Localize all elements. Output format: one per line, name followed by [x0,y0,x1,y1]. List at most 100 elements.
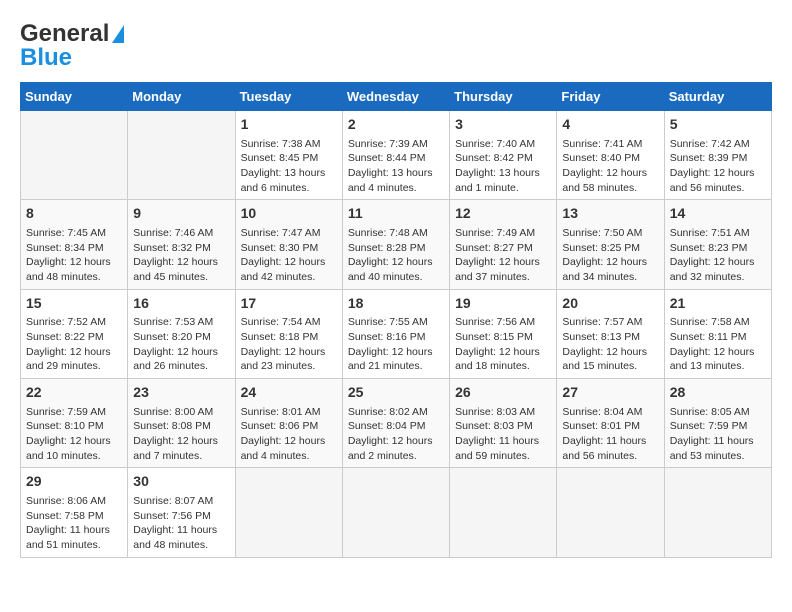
sunset: Sunset: 8:30 PM [241,242,319,254]
day-number: 21 [670,294,766,314]
calendar-cell: 25Sunrise: 8:02 AMSunset: 8:04 PMDayligh… [342,379,449,468]
day-number: 19 [455,294,551,314]
sunset: Sunset: 8:42 PM [455,152,533,164]
sunset: Sunset: 8:45 PM [241,152,319,164]
sunrise: Sunrise: 8:05 AM [670,406,750,418]
day-number: 22 [26,383,122,403]
daylight: Daylight: 11 hours and 56 minutes. [562,435,646,462]
sunrise: Sunrise: 8:00 AM [133,406,213,418]
weekday-header: Thursday [450,83,557,111]
daylight: Daylight: 12 hours and 42 minutes. [241,256,326,283]
sunset: Sunset: 8:20 PM [133,331,211,343]
logo: General Blue [20,20,124,72]
daylight: Daylight: 13 hours and 1 minute. [455,167,540,194]
sunrise: Sunrise: 7:39 AM [348,138,428,150]
sunrise: Sunrise: 7:57 AM [562,316,642,328]
day-number: 24 [241,383,337,403]
daylight: Daylight: 12 hours and 18 minutes. [455,346,540,373]
sunset: Sunset: 8:34 PM [26,242,104,254]
calendar-cell: 15Sunrise: 7:52 AMSunset: 8:22 PMDayligh… [21,289,128,378]
page-header: General Blue [20,20,772,72]
sunrise: Sunrise: 7:56 AM [455,316,535,328]
calendar-cell: 9Sunrise: 7:46 AMSunset: 8:32 PMDaylight… [128,200,235,289]
daylight: Daylight: 11 hours and 59 minutes. [455,435,539,462]
daylight: Daylight: 12 hours and 23 minutes. [241,346,326,373]
sunrise: Sunrise: 7:45 AM [26,227,106,239]
calendar-cell: 23 Sunrise: 8:00 AM Sunset: 8:08 PM Dayligh… [128,379,235,468]
sunset: Sunset: 8:25 PM [562,242,640,254]
sunset: Sunset: 8:32 PM [133,242,211,254]
calendar-cell: 24Sunrise: 8:01 AMSunset: 8:06 PMDayligh… [235,379,342,468]
calendar-cell: 19Sunrise: 7:56 AMSunset: 8:15 PMDayligh… [450,289,557,378]
calendar-cell: 11Sunrise: 7:48 AMSunset: 8:28 PMDayligh… [342,200,449,289]
daylight: Daylight: 12 hours and 10 minutes. [26,435,111,462]
day-number: 27 [562,383,658,403]
sunset: Sunset: 8:23 PM [670,242,748,254]
calendar-cell: 16Sunrise: 7:53 AMSunset: 8:20 PMDayligh… [128,289,235,378]
logo-icon [112,25,124,43]
calendar-cell: 17Sunrise: 7:54 AMSunset: 8:18 PMDayligh… [235,289,342,378]
day-number: 18 [348,294,444,314]
weekday-header: Monday [128,83,235,111]
day-number: 9 [133,204,229,224]
sunset: Sunset: 8:06 PM [241,420,319,432]
daylight: Daylight: 12 hours and 56 minutes. [670,167,755,194]
calendar-cell: 21Sunrise: 7:58 AMSunset: 8:11 PMDayligh… [664,289,771,378]
weekday-header: Tuesday [235,83,342,111]
sunset: Sunset: 8:16 PM [348,331,426,343]
calendar-table: SundayMondayTuesdayWednesdayThursdayFrid… [20,82,772,558]
day-number: 23 [133,383,229,403]
calendar-cell [557,468,664,557]
daylight: Daylight: 11 hours and 53 minutes. [670,435,754,462]
daylight: Daylight: 12 hours and 2 minutes. [348,435,433,462]
sunset: Sunset: 8:18 PM [241,331,319,343]
sunset: Sunset: 8:08 PM [133,420,211,432]
weekday-header: Wednesday [342,83,449,111]
calendar-cell: 29Sunrise: 8:06 AMSunset: 7:58 PMDayligh… [21,468,128,557]
daylight: Daylight: 12 hours and 48 minutes. [26,256,111,283]
daylight: Daylight: 12 hours and 40 minutes. [348,256,433,283]
calendar-cell [21,111,128,200]
day-number: 29 [26,472,122,492]
day-number: 28 [670,383,766,403]
daylight: Daylight: 11 hours and 48 minutes. [133,524,217,551]
sunset: Sunset: 8:11 PM [670,331,747,343]
sunset: Sunset: 8:10 PM [26,420,104,432]
calendar-cell: 30Sunrise: 8:07 AMSunset: 7:56 PMDayligh… [128,468,235,557]
sunset: Sunset: 8:44 PM [348,152,426,164]
calendar-cell: 14Sunrise: 7:51 AMSunset: 8:23 PMDayligh… [664,200,771,289]
calendar-cell: 13Sunrise: 7:50 AMSunset: 8:25 PMDayligh… [557,200,664,289]
day-number: 5 [670,115,766,135]
daylight: Daylight: 12 hours and 37 minutes. [455,256,540,283]
day-number: 11 [348,204,444,224]
sunrise: Sunrise: 7:41 AM [562,138,642,150]
sunrise: Sunrise: 7:52 AM [26,316,106,328]
day-number: 16 [133,294,229,314]
day-number: 14 [670,204,766,224]
sunrise: Sunrise: 7:49 AM [455,227,535,239]
sunset: Sunset: 7:58 PM [26,510,104,522]
daylight: Daylight: 12 hours and 7 minutes. [133,435,218,462]
weekday-header: Friday [557,83,664,111]
day-number: 10 [241,204,337,224]
day-number: 17 [241,294,337,314]
day-number: 12 [455,204,551,224]
calendar-cell: 5Sunrise: 7:42 AMSunset: 8:39 PMDaylight… [664,111,771,200]
calendar-cell: 1Sunrise: 7:38 AMSunset: 8:45 PMDaylight… [235,111,342,200]
sunrise: Sunrise: 8:03 AM [455,406,535,418]
daylight: Daylight: 12 hours and 4 minutes. [241,435,326,462]
day-number: 1 [241,115,337,135]
sunset: Sunset: 7:56 PM [133,510,211,522]
calendar-cell [664,468,771,557]
sunrise: Sunrise: 7:38 AM [241,138,321,150]
calendar-cell: 3Sunrise: 7:40 AMSunset: 8:42 PMDaylight… [450,111,557,200]
sunrise: Sunrise: 7:55 AM [348,316,428,328]
calendar-cell: 2Sunrise: 7:39 AMSunset: 8:44 PMDaylight… [342,111,449,200]
calendar-cell: 18Sunrise: 7:55 AMSunset: 8:16 PMDayligh… [342,289,449,378]
sunrise: Sunrise: 7:46 AM [133,227,213,239]
calendar-cell: 20Sunrise: 7:57 AMSunset: 8:13 PMDayligh… [557,289,664,378]
sunrise: Sunrise: 8:07 AM [133,495,213,507]
daylight: Daylight: 13 hours and 4 minutes. [348,167,433,194]
sunrise: Sunrise: 8:02 AM [348,406,428,418]
sunrise: Sunrise: 7:53 AM [133,316,213,328]
